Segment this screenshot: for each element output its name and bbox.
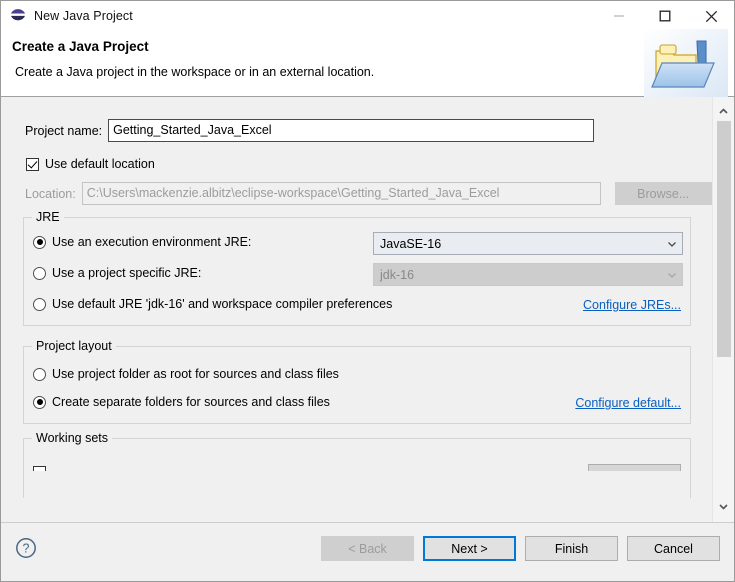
minimize-icon[interactable] — [596, 1, 642, 31]
use-default-location-checkbox[interactable]: Use default location — [26, 157, 155, 171]
layout-option-project-folder[interactable]: Use project folder as root for sources a… — [33, 367, 339, 381]
new-java-project-dialog: New Java Project Create a Java Project C… — [0, 0, 735, 582]
wizard-body: Project name: Getting_Started_Java_Excel… — [1, 97, 734, 522]
jre-option-project-specific-label: Use a project specific JRE: — [52, 266, 202, 280]
scrollbar-thumb[interactable] — [717, 121, 731, 357]
footer-buttons: < Back Next > Finish Cancel — [321, 536, 720, 561]
working-sets-group-title: Working sets — [32, 431, 113, 445]
back-button: < Back — [321, 536, 414, 561]
configure-default-link[interactable]: Configure default... — [575, 396, 681, 410]
checkbox-box[interactable] — [26, 157, 39, 171]
jre-option-execution-env[interactable]: Use an execution environment JRE: — [33, 235, 251, 249]
title-bar: New Java Project — [1, 1, 734, 31]
radio-button[interactable] — [33, 367, 46, 381]
jre-group-title: JRE — [32, 210, 64, 224]
location-label: Location: — [25, 186, 76, 201]
jre-option-default[interactable]: Use default JRE 'jdk-16' and workspace c… — [33, 297, 392, 311]
radio-button[interactable] — [33, 266, 46, 280]
window-controls — [596, 1, 734, 31]
project-layout-group: Project layout Use project folder as roo… — [23, 339, 691, 424]
maximize-icon[interactable] — [642, 1, 688, 31]
chevron-down-icon — [666, 238, 678, 250]
location-row: Location: C:\Users\mackenzie.albitz\ecli… — [25, 182, 712, 205]
page-title: Create a Java Project — [12, 39, 149, 54]
eclipse-icon — [10, 8, 26, 24]
working-sets-checkbox[interactable] — [33, 466, 46, 471]
project-specific-jre-combo: jdk-16 — [373, 263, 683, 286]
execution-environment-combo[interactable]: JavaSE-16 — [373, 232, 683, 255]
jre-option-project-specific[interactable]: Use a project specific JRE: — [33, 266, 201, 280]
configure-jres-link[interactable]: Configure JREs... — [583, 298, 681, 312]
layout-option-separate-folders[interactable]: Create separate folders for sources and … — [33, 395, 330, 409]
page-description: Create a Java project in the workspace o… — [15, 65, 375, 79]
jre-group: JRE Use an execution environment JRE: Ja… — [23, 210, 691, 326]
next-button[interactable]: Next > — [423, 536, 516, 561]
working-sets-select-button[interactable] — [588, 464, 681, 471]
layout-option-project-folder-label: Use project folder as root for sources a… — [52, 367, 339, 381]
chevron-down-icon — [666, 269, 678, 281]
cancel-button[interactable]: Cancel — [627, 536, 720, 561]
svg-text:?: ? — [23, 542, 30, 556]
vertical-scrollbar[interactable] — [712, 97, 734, 522]
scroll-content: Project name: Getting_Started_Java_Excel… — [1, 97, 712, 522]
layout-option-separate-folders-label: Create separate folders for sources and … — [52, 395, 330, 409]
radio-button[interactable] — [33, 235, 46, 249]
finish-button[interactable]: Finish — [525, 536, 618, 561]
location-input: C:\Users\mackenzie.albitz\eclipse-worksp… — [81, 182, 601, 205]
use-default-location-label: Use default location — [45, 157, 155, 171]
close-icon[interactable] — [688, 1, 734, 31]
project-name-row: Project name: Getting_Started_Java_Excel — [25, 119, 595, 142]
execution-environment-value: JavaSE-16 — [380, 236, 442, 251]
window-title: New Java Project — [34, 9, 133, 23]
jre-option-default-label: Use default JRE 'jdk-16' and workspace c… — [52, 297, 393, 311]
help-icon[interactable]: ? — [15, 537, 37, 559]
project-layout-group-title: Project layout — [32, 339, 116, 353]
project-name-label: Project name: — [25, 123, 103, 138]
working-sets-group: Working sets — [23, 431, 691, 498]
project-name-input[interactable]: Getting_Started_Java_Excel — [108, 119, 595, 142]
java-project-folder-icon — [644, 29, 728, 97]
browse-button: Browse... — [614, 182, 712, 205]
wizard-header: Create a Java Project Create a Java proj… — [1, 29, 734, 97]
radio-button[interactable] — [33, 297, 46, 311]
chevron-up-icon[interactable] — [713, 101, 734, 121]
chevron-down-icon[interactable] — [713, 496, 734, 516]
project-specific-jre-value: jdk-16 — [380, 267, 415, 282]
dialog-footer: ? < Back Next > Finish Cancel — [1, 522, 734, 581]
radio-button[interactable] — [33, 395, 46, 409]
jre-option-execution-env-label: Use an execution environment JRE: — [52, 235, 252, 249]
